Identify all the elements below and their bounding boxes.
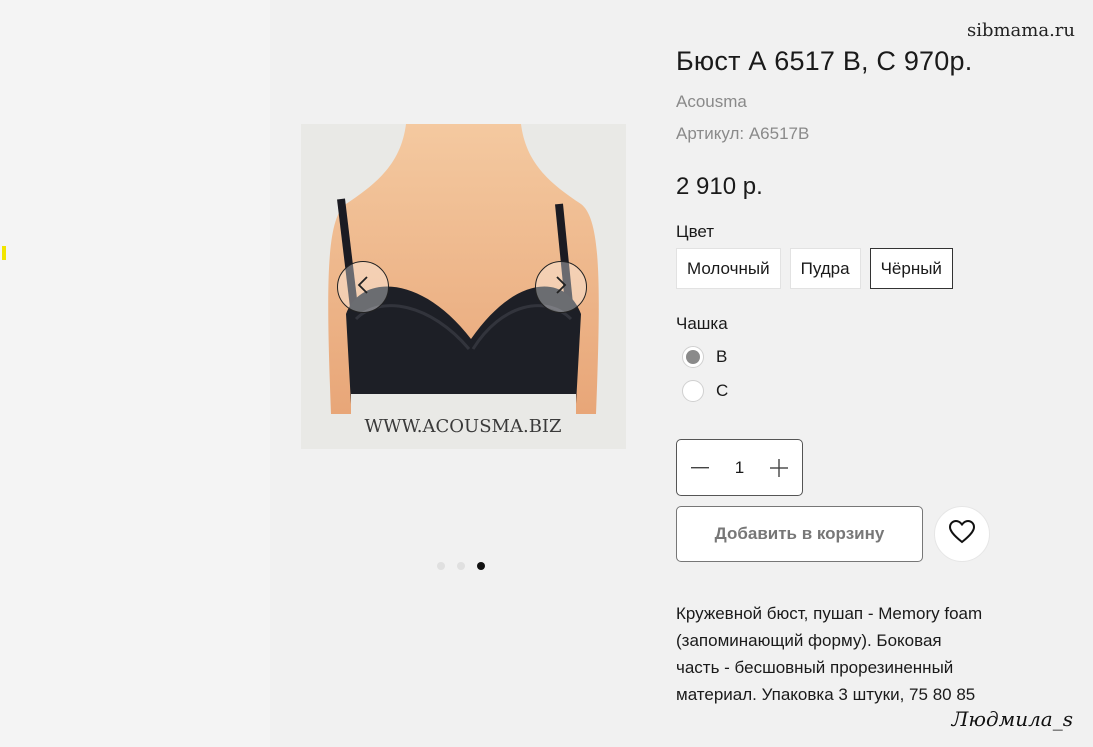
author-watermark: Людмила_s bbox=[951, 707, 1073, 731]
quantity-value[interactable]: 1 bbox=[735, 458, 744, 478]
product-price: 2 910 р. bbox=[676, 173, 763, 200]
photo-caption: WWW.ACOUSMA.BIZ bbox=[364, 416, 561, 437]
site-watermark: sibmama.ru bbox=[966, 20, 1075, 41]
cup-option-b[interactable]: B bbox=[682, 346, 727, 368]
color-label: Цвет bbox=[676, 222, 715, 241]
product-description: Кружевной бюст, пушап - Memory foam (зап… bbox=[676, 600, 1006, 708]
product-title: Бюст А 6517 В, С 970р. bbox=[676, 46, 973, 76]
radio-button[interactable] bbox=[682, 346, 704, 368]
description-line: часть - бесшовный прорезиненный bbox=[676, 658, 954, 677]
color-option-black[interactable]: Чёрный bbox=[869, 248, 953, 289]
product-sku: Артикул: A6517B bbox=[676, 124, 810, 143]
quantity-stepper: 1 bbox=[676, 439, 803, 496]
heart-icon bbox=[948, 519, 976, 549]
cup-option-c[interactable]: C bbox=[682, 380, 728, 402]
minus-icon[interactable] bbox=[689, 457, 711, 479]
gallery-next-button[interactable] bbox=[535, 261, 587, 313]
yellow-marker bbox=[2, 246, 6, 260]
chevron-left-icon bbox=[356, 275, 370, 300]
radio-button[interactable] bbox=[682, 380, 704, 402]
description-line: (запоминающий форму). Боковая bbox=[676, 631, 942, 650]
cup-label: Чашка bbox=[676, 314, 728, 333]
chevron-right-icon bbox=[554, 275, 568, 300]
gallery-dots bbox=[437, 562, 485, 570]
add-to-cart-button[interactable]: Добавить в корзину bbox=[676, 506, 923, 562]
favorite-button[interactable] bbox=[934, 506, 990, 562]
gallery-dot[interactable] bbox=[437, 562, 445, 570]
color-option-powder[interactable]: Пудра bbox=[789, 248, 861, 289]
color-options: Молочный Пудра Чёрный bbox=[676, 248, 953, 289]
left-panel bbox=[0, 0, 270, 747]
gallery-dot[interactable] bbox=[457, 562, 465, 570]
color-option-milk[interactable]: Молочный bbox=[676, 248, 781, 289]
cup-option-label: B bbox=[716, 347, 728, 366]
gallery-prev-button[interactable] bbox=[337, 261, 389, 313]
description-line: материал. Упаковка 3 штуки, 75 80 85 bbox=[676, 685, 976, 704]
cup-option-label: C bbox=[716, 381, 729, 400]
product-brand[interactable]: Acousma bbox=[676, 92, 747, 112]
gallery-dot-active[interactable] bbox=[477, 562, 485, 570]
plus-icon[interactable] bbox=[768, 457, 790, 479]
description-line: Кружевной бюст, пушап - Memory foam bbox=[676, 604, 983, 623]
